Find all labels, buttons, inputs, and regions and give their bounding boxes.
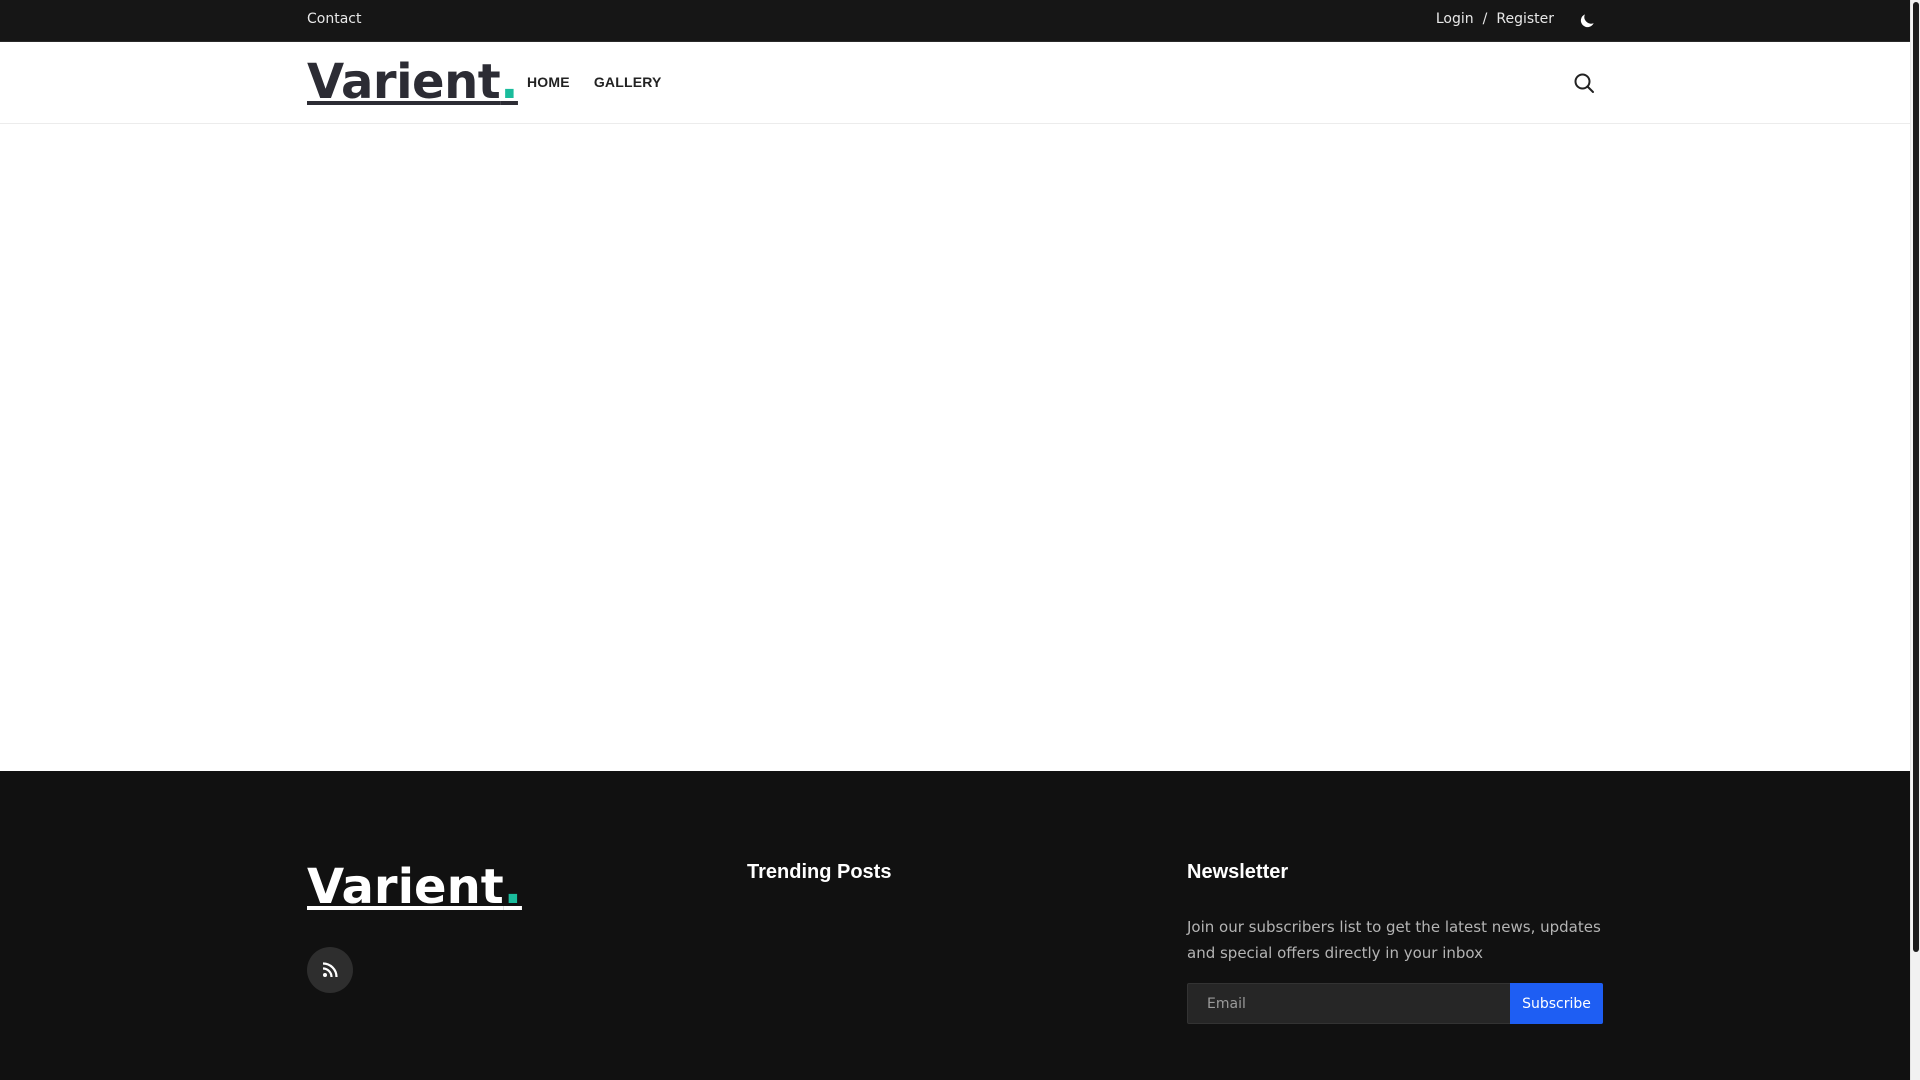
login-link[interactable]: Login xyxy=(1436,11,1474,27)
nav-gallery[interactable]: GALLERY xyxy=(594,74,662,90)
rss-button[interactable] xyxy=(307,947,353,993)
search-icon[interactable] xyxy=(1572,71,1596,95)
logo-text: Varient xyxy=(307,54,501,110)
site-header: Varient. HOME GALLERY xyxy=(0,42,1910,124)
register-link[interactable]: Register xyxy=(1496,11,1554,27)
contact-link[interactable]: Contact xyxy=(307,11,361,27)
page: Contact Login / Register Varient. HOME GAL… xyxy=(0,0,1920,1080)
logo-dot: . xyxy=(500,54,518,110)
top-bar: Contact Login / Register xyxy=(0,0,1910,42)
nav-home[interactable]: HOME xyxy=(527,74,570,90)
moon-icon[interactable] xyxy=(1577,11,1597,31)
email-input[interactable] xyxy=(1187,983,1510,1024)
page-scrollbar[interactable] xyxy=(1910,0,1920,1080)
scrollbar-thumb[interactable] xyxy=(1913,2,1919,952)
footer-logo[interactable]: Varient. xyxy=(307,859,522,915)
auth-links: Login / Register xyxy=(1436,11,1554,27)
trending-posts-title: Trending Posts xyxy=(747,861,892,883)
newsletter-title: Newsletter xyxy=(1187,861,1289,883)
footer-logo-dot: . xyxy=(503,859,522,915)
auth-separator: / xyxy=(1482,11,1488,27)
site-footer: Varient. Trending Posts Newsletter Join … xyxy=(0,771,1910,1080)
rss-icon xyxy=(322,962,338,978)
site-logo[interactable]: Varient. xyxy=(307,54,518,110)
newsletter-form: Subscribe xyxy=(1187,983,1603,1024)
main-nav: HOME GALLERY xyxy=(527,74,662,90)
subscribe-button[interactable]: Subscribe xyxy=(1510,983,1603,1024)
footer-logo-text: Varient xyxy=(307,859,504,915)
newsletter-description: Join our subscribers list to get the lat… xyxy=(1187,918,1601,962)
main-content xyxy=(0,124,1910,771)
